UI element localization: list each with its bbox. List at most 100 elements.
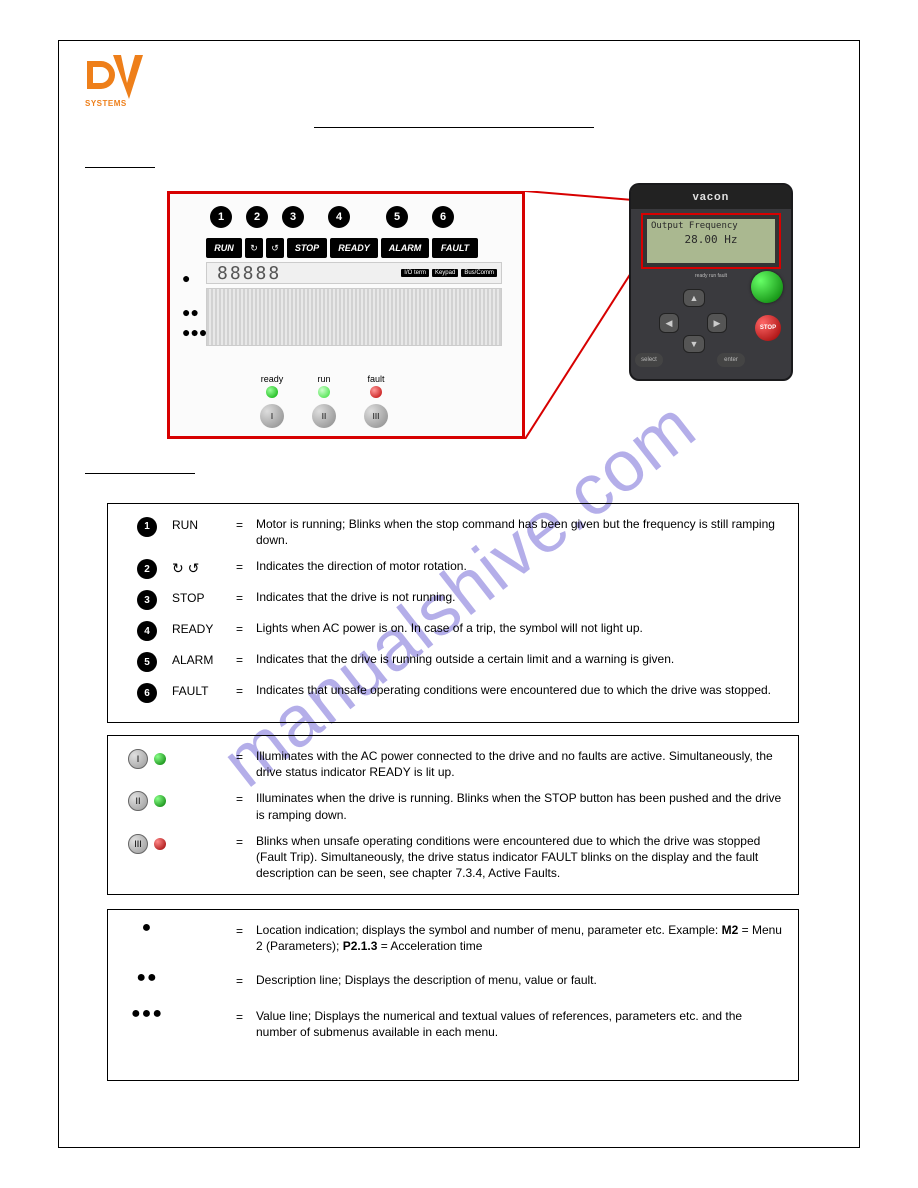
led-fault: fault III xyxy=(364,374,388,428)
line-marker-3: ●●● xyxy=(182,324,207,340)
device-lcd-line2: 28.00 Hz xyxy=(651,233,771,247)
label-alarm: ALARM xyxy=(172,651,236,672)
lcd-status-bar: RUN ↻ ↺ STOP READY ALARM FAULT xyxy=(206,238,502,258)
nav-up-button[interactable]: ▲ xyxy=(683,289,705,307)
label-rotation: ↻ ↺ xyxy=(172,558,236,579)
eq: = xyxy=(236,922,256,954)
start-button[interactable] xyxy=(751,271,783,303)
one-dot-icon: ● xyxy=(122,922,172,954)
status-stop: STOP xyxy=(287,238,327,258)
lcd-matrix-area xyxy=(206,288,502,346)
eq: = xyxy=(236,516,256,548)
three-dot-icon: ●●● xyxy=(122,1008,172,1040)
eq: = xyxy=(236,833,256,882)
desc-underline xyxy=(85,473,195,474)
row-dots-3: ●●● = Value line; Displays the numerical… xyxy=(122,1008,784,1040)
section-underline xyxy=(85,167,155,168)
device-lcd-line1: Output Frequency xyxy=(651,221,771,233)
device-button-area: STOP ▲ ▼ ◀ ▶ select enter xyxy=(631,279,791,379)
callout-6: 6 xyxy=(432,206,454,228)
status-indicator-table: 1 RUN = Motor is running; Blinks when th… xyxy=(107,503,799,723)
desc-led-3: Blinks when unsafe operating conditions … xyxy=(256,833,784,882)
callout-lines xyxy=(525,191,645,439)
title-underline xyxy=(314,127,594,128)
roman-2: II xyxy=(312,404,336,428)
row-ready: 4 READY = Lights when AC power is on. In… xyxy=(122,620,784,641)
led-row: ready I run II fault III xyxy=(260,374,388,428)
line-description-table: ● = Location indication; displays the sy… xyxy=(107,909,799,1081)
roman-i-icon: I xyxy=(128,749,148,769)
device-lcd: Output Frequency 28.00 Hz xyxy=(647,219,775,263)
led-ready: ready I xyxy=(260,374,284,428)
keypad-zoom-figure: 1 2 3 4 5 6 RUN ↻ ↺ STOP READY ALARM xyxy=(167,191,525,439)
row-dots-2: ●● = Description line; Displays the desc… xyxy=(122,972,784,989)
row-run: 1 RUN = Motor is running; Blinks when th… xyxy=(122,516,784,548)
led-fault-label: fault xyxy=(367,374,384,384)
led-description-table: I = Illuminates with the AC power connec… xyxy=(107,735,799,895)
led-ready-icon xyxy=(266,386,278,398)
line-marker-2: ●● xyxy=(182,304,199,320)
row-dots-1: ● = Location indication; displays the sy… xyxy=(122,922,784,954)
segment-display: 88888 xyxy=(217,263,281,284)
row-led-3: III = Blinks when unsafe operating condi… xyxy=(122,833,784,882)
led-fault-icon xyxy=(370,386,382,398)
desc-ready: Lights when AC power is on. In case of a… xyxy=(256,620,784,641)
status-alarm: ALARM xyxy=(381,238,429,258)
logo-subtitle: SYSTEMS xyxy=(85,99,159,108)
row-led-2: II = Illuminates when the drive is runni… xyxy=(122,790,784,822)
eq: = xyxy=(236,790,256,822)
enter-button[interactable]: enter xyxy=(717,353,745,367)
status-run: RUN xyxy=(206,238,242,258)
desc-dots-1: Location indication; displays the symbol… xyxy=(256,922,784,954)
callout-numbers: 1 2 3 4 5 6 xyxy=(210,206,502,228)
green-led-icon xyxy=(154,795,166,807)
num-5-icon: 5 xyxy=(137,652,157,672)
page-content: manualshive.com SYSTEMS 1 2 3 4 xyxy=(59,41,859,1147)
nav-left-button[interactable]: ◀ xyxy=(659,313,679,333)
eq: = xyxy=(236,620,256,641)
desc-alarm: Indicates that the drive is running outs… xyxy=(256,651,784,672)
lcd-segment-line: 88888 I/O term Keypad Bus/Comm xyxy=(206,262,502,284)
nav-down-button[interactable]: ▼ xyxy=(683,335,705,353)
eq: = xyxy=(236,1008,256,1040)
stop-button[interactable]: STOP xyxy=(755,315,781,341)
green-led-icon xyxy=(154,753,166,765)
two-dot-icon: ●● xyxy=(122,972,172,989)
status-fault: FAULT xyxy=(432,238,478,258)
select-button[interactable]: select xyxy=(635,353,663,367)
desc-fault: Indicates that unsafe operating conditio… xyxy=(256,682,784,703)
nav-right-button[interactable]: ▶ xyxy=(707,313,727,333)
led-ready-label: ready xyxy=(261,374,284,384)
logo: SYSTEMS xyxy=(85,55,159,108)
desc-dots-2: Description line; Displays the descripti… xyxy=(256,972,784,989)
row-alarm: 5 ALARM = Indicates that the drive is ru… xyxy=(122,651,784,672)
device-brand: vacon xyxy=(631,185,791,209)
eq: = xyxy=(236,558,256,579)
page: manualshive.com SYSTEMS 1 2 3 4 xyxy=(0,0,918,1188)
row-fault: 6 FAULT = Indicates that unsafe operatin… xyxy=(122,682,784,703)
led-run-label: run xyxy=(317,374,330,384)
roman-ii-icon: II xyxy=(128,791,148,811)
eq: = xyxy=(236,972,256,989)
label-ready: READY xyxy=(172,620,236,641)
red-led-icon xyxy=(154,838,166,850)
row-led-1: I = Illuminates with the AC power connec… xyxy=(122,748,784,780)
eq: = xyxy=(236,682,256,703)
num-2-icon: 2 xyxy=(137,559,157,579)
rotate-cw-icon: ↻ xyxy=(245,238,263,258)
dv-logo-icon xyxy=(85,55,145,99)
eq: = xyxy=(236,589,256,610)
row-stop: 3 STOP = Indicates that the drive is not… xyxy=(122,589,784,610)
desc-led-1: Illuminates with the AC power connected … xyxy=(256,748,784,780)
tag-keypad: Keypad xyxy=(432,269,458,277)
status-ready: READY xyxy=(330,238,378,258)
num-3-icon: 3 xyxy=(137,590,157,610)
tag-buscomm: Bus/Comm xyxy=(461,269,497,277)
num-1-icon: 1 xyxy=(137,517,157,537)
led-run-icon xyxy=(318,386,330,398)
desc-rotation: Indicates the direction of motor rotatio… xyxy=(256,558,784,579)
device-lcd-frame: Output Frequency 28.00 Hz xyxy=(641,213,781,269)
num-6-icon: 6 xyxy=(137,683,157,703)
desc-dots-3: Value line; Displays the numerical and t… xyxy=(256,1008,784,1040)
led-run: run II xyxy=(312,374,336,428)
